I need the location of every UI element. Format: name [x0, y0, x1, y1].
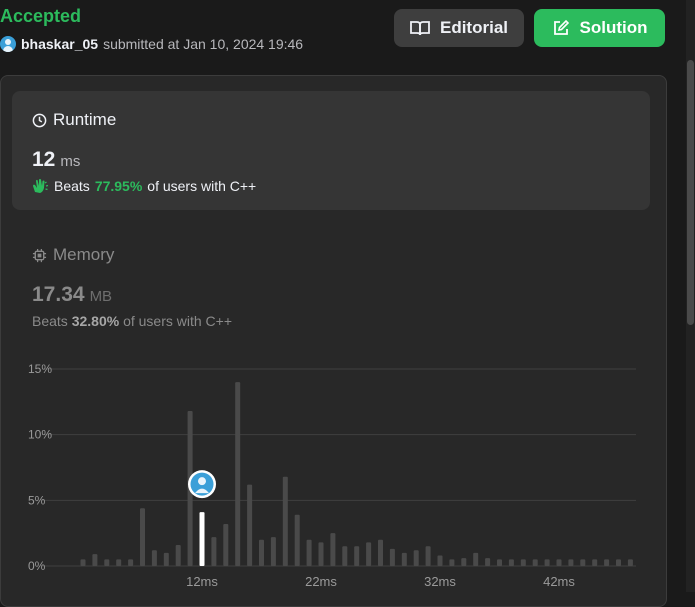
memory-beats-percent: 32.80% [71, 313, 120, 329]
memory-beats: Beats 32.80% of users with C++ [32, 313, 232, 329]
chart-bar [401, 552, 407, 566]
memory-value-row: 17.34 MB [32, 283, 112, 307]
chart-bar [306, 539, 312, 566]
y-tick-label: 0% [28, 559, 46, 573]
chart-bar [235, 382, 241, 566]
chart-bar [366, 542, 372, 566]
memory-value: 17.34 [32, 283, 85, 306]
runtime-value: 12 [32, 148, 56, 171]
chart-bar [211, 537, 217, 566]
chart-bar [580, 559, 586, 566]
editorial-label: Editorial [439, 18, 508, 37]
status-accepted: Accepted [0, 6, 82, 26]
chart-bar [568, 559, 574, 566]
user-avatar-icon[interactable] [0, 36, 16, 52]
chart-bar [616, 559, 621, 566]
chart-bar [556, 559, 562, 566]
solution-button[interactable]: Solution [534, 9, 665, 47]
x-tick-label: 22ms [305, 574, 337, 589]
chart-bar [437, 555, 443, 566]
chart-bar [282, 476, 288, 566]
y-tick-label: 15% [28, 362, 52, 376]
chart-bar [294, 514, 300, 566]
chart-bar [389, 548, 395, 566]
chart-bar [199, 512, 205, 566]
x-tick-label: 12ms [186, 574, 218, 589]
chart-bar [92, 554, 98, 566]
submission-info: bhaskar_05 submitted at Jan 10, 2024 19:… [0, 36, 303, 52]
chart-bar [247, 484, 253, 566]
chart-bar [140, 508, 145, 566]
memory-header[interactable]: Memory [32, 245, 114, 265]
runtime-header: Runtime [32, 110, 116, 130]
scrollbar-thumb[interactable] [687, 60, 694, 325]
runtime-value-row: 12 ms [32, 148, 80, 172]
runtime-unit: ms [60, 153, 81, 170]
chart-bar [330, 533, 336, 566]
memory-title: Memory [53, 245, 115, 264]
chart-bar [378, 539, 383, 566]
chart-bar [163, 552, 169, 566]
chart-bar [80, 559, 86, 566]
x-tick-label: 42ms [543, 574, 575, 589]
edit-icon [553, 19, 569, 35]
chart-bar [604, 559, 610, 566]
chart-bar [318, 542, 324, 566]
chart-bar [520, 559, 526, 566]
distribution-chart: 15% 10% 5% 0% 12ms 22ms 32ms 42ms [28, 362, 636, 589]
clock-icon [32, 113, 47, 127]
runtime-beats-label: Beats [54, 178, 90, 194]
chart-bar [497, 559, 502, 566]
user-avatar-icon [198, 477, 206, 486]
runtime-beats: Beats 77.95% of users with C++ [32, 178, 256, 194]
y-tick-label: 5% [28, 493, 46, 507]
chart-bar [354, 546, 360, 566]
chart-bar [485, 558, 491, 566]
clap-icon [33, 179, 49, 193]
runtime-beats-suffix: of users with C++ [147, 178, 257, 194]
book-icon [410, 21, 430, 36]
chart-bar [592, 559, 598, 566]
solution-label: Solution [579, 18, 648, 37]
runtime-title: Runtime [53, 110, 117, 129]
chart-bar [532, 559, 538, 566]
chart-bar [342, 546, 348, 566]
chip-icon [32, 248, 47, 262]
chart-bar [627, 559, 633, 566]
scrollbar[interactable] [686, 0, 695, 592]
chart-bar [223, 523, 229, 566]
username-link[interactable]: bhaskar_05 [21, 36, 98, 52]
chart-bar [413, 550, 419, 566]
runtime-beats-percent: 77.95% [94, 178, 143, 194]
editorial-button[interactable]: Editorial [394, 9, 524, 47]
chart-bar [449, 559, 455, 566]
chart-bar [508, 559, 514, 566]
chart-bar [151, 550, 157, 566]
chart-bar [425, 546, 431, 566]
y-tick-label: 10% [28, 428, 52, 442]
chart-bar [104, 559, 110, 566]
chart-bar [128, 559, 134, 566]
memory-beats-suffix: of users with C++ [123, 313, 233, 329]
memory-beats-label: Beats [32, 313, 68, 329]
chart-bar [175, 544, 181, 566]
chart-bar [461, 558, 467, 566]
memory-unit: MB [89, 288, 113, 305]
chart-bar [116, 559, 122, 566]
chart-bar [270, 537, 276, 566]
x-tick-label: 32ms [424, 574, 456, 589]
submission-time: submitted at Jan 10, 2024 19:46 [103, 36, 304, 52]
chart-bar [473, 552, 479, 566]
chart-bar [544, 559, 550, 566]
chart-bar [259, 539, 264, 566]
